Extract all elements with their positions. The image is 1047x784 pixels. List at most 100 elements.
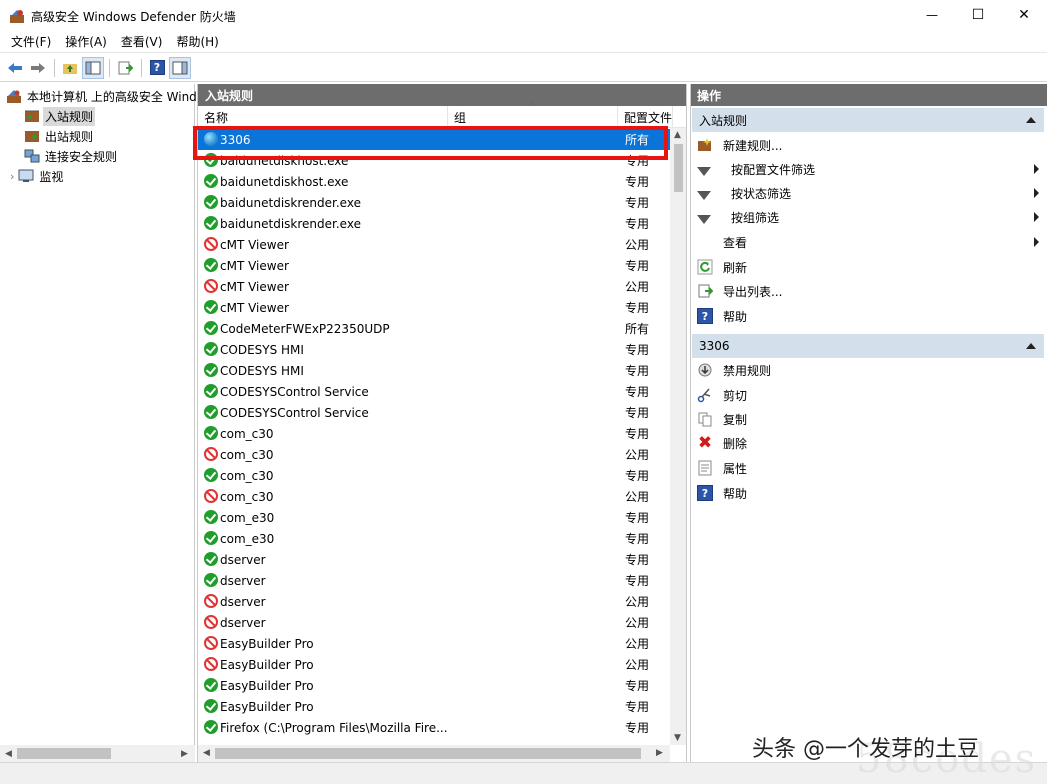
- table-row[interactable]: cMT Viewer 公用: [198, 276, 670, 297]
- help-button[interactable]: ?: [146, 57, 168, 79]
- actions-section-inbound-rules[interactable]: 入站规则: [692, 108, 1044, 132]
- chevron-right-icon[interactable]: ›: [10, 170, 14, 183]
- minimize-button[interactable]: —: [909, 0, 955, 30]
- scrollbar-thumb[interactable]: [674, 144, 683, 192]
- rule-name: CODESYSControl Service: [220, 405, 369, 420]
- action-filter-by-state[interactable]: 按状态筛选: [697, 181, 1041, 205]
- rule-profile: 专用: [625, 469, 650, 483]
- table-row[interactable]: cMT Viewer 专用: [198, 255, 670, 276]
- table-row[interactable]: dserver 专用: [198, 549, 670, 570]
- action-refresh[interactable]: 刷新: [697, 255, 1041, 279]
- menu-view[interactable]: 查看(V): [114, 32, 170, 52]
- export-button[interactable]: [114, 57, 136, 79]
- action-filter-by-group[interactable]: 按组筛选: [697, 205, 1041, 229]
- menu-file[interactable]: 文件(F): [4, 32, 58, 52]
- table-row[interactable]: CodeMeterFWExP22350UDP 所有: [198, 318, 670, 339]
- forward-button[interactable]: [27, 57, 49, 79]
- tree-item-label: 入站规则: [43, 106, 96, 126]
- column-header-profile[interactable]: 配置文件: [618, 106, 673, 128]
- table-row[interactable]: EasyBuilder Pro 专用: [198, 675, 670, 696]
- action-properties[interactable]: 属性: [697, 456, 1041, 480]
- rule-name: dserver: [220, 594, 266, 609]
- new-rule-icon: [697, 137, 713, 153]
- tree-horizontal-scrollbar[interactable]: ◀ ▶: [0, 745, 195, 762]
- scroll-right-icon[interactable]: ▶: [656, 748, 663, 758]
- action-copy[interactable]: 复制: [697, 407, 1041, 431]
- table-row[interactable]: CODESYSControl Service 专用: [198, 381, 670, 402]
- action-label: 删除: [723, 436, 748, 451]
- table-row[interactable]: cMT Viewer 专用: [198, 297, 670, 318]
- menu-action[interactable]: 操作(A): [58, 32, 114, 52]
- scroll-down-icon[interactable]: ▼: [674, 733, 681, 743]
- rule-profile: 公用: [625, 280, 650, 294]
- table-row[interactable]: baidunetdiskrender.exe 专用: [198, 192, 670, 213]
- action-label: 禁用规则: [723, 363, 772, 378]
- blocked-rule-icon: [204, 615, 218, 629]
- column-header-name[interactable]: 名称: [198, 106, 448, 128]
- table-row[interactable]: dserver 专用: [198, 570, 670, 591]
- action-export-list[interactable]: 导出列表...: [697, 279, 1041, 303]
- tree-item-connection-security-rules[interactable]: 连接安全规则: [24, 146, 119, 166]
- table-row[interactable]: baidunetdiskrender.exe 专用: [198, 213, 670, 234]
- tree-item-monitoring[interactable]: › 监视: [10, 166, 65, 186]
- table-row[interactable]: com_e30 专用: [198, 528, 670, 549]
- rule-profile: 专用: [625, 532, 650, 546]
- scroll-left-icon[interactable]: ◀: [203, 748, 210, 758]
- sort-ascending-icon: ^: [528, 102, 536, 112]
- rules-vertical-scrollbar[interactable]: ▲ ▼: [670, 128, 686, 745]
- table-row[interactable]: com_c30 专用: [198, 465, 670, 486]
- table-row[interactable]: CODESYSControl Service 专用: [198, 402, 670, 423]
- collapse-caret-icon[interactable]: [1026, 343, 1036, 349]
- action-label: 按配置文件筛选: [731, 162, 816, 177]
- rules-horizontal-scrollbar[interactable]: ◀ ▶: [198, 745, 670, 762]
- toolbar: ?: [0, 54, 1047, 82]
- menu-help[interactable]: 帮助(H): [169, 32, 225, 52]
- table-row[interactable]: dserver 公用: [198, 612, 670, 633]
- back-button[interactable]: [4, 57, 26, 79]
- help-icon: ?: [697, 308, 713, 324]
- table-row[interactable]: EasyBuilder Pro 公用: [198, 654, 670, 675]
- action-help-rule[interactable]: ? 帮助: [697, 481, 1041, 505]
- scrollbar-thumb[interactable]: [215, 748, 641, 759]
- rule-name: EasyBuilder Pro: [220, 657, 314, 672]
- table-row[interactable]: CODESYS HMI 专用: [198, 360, 670, 381]
- table-row[interactable]: baidunetdiskhost.exe 专用: [198, 171, 670, 192]
- export-icon: [118, 61, 133, 74]
- actions-section-selected-rule[interactable]: 3306: [692, 334, 1044, 358]
- show-console-tree-button[interactable]: [82, 56, 104, 79]
- action-filter-by-profile[interactable]: 按配置文件筛选: [697, 157, 1041, 181]
- table-row[interactable]: Firefox (C:\Program Files\Mozilla Fire..…: [198, 717, 670, 738]
- table-row[interactable]: CODESYS HMI 专用: [198, 339, 670, 360]
- rule-name: CODESYS HMI: [220, 363, 304, 378]
- table-row[interactable]: com_e30 专用: [198, 507, 670, 528]
- rule-name: com_e30: [220, 531, 275, 546]
- collapse-caret-icon[interactable]: [1026, 117, 1036, 123]
- action-disable-rule[interactable]: 禁用规则: [697, 358, 1041, 382]
- table-row[interactable]: dserver 公用: [198, 591, 670, 612]
- scroll-up-icon[interactable]: ▲: [674, 130, 681, 140]
- scroll-left-icon[interactable]: ◀: [5, 749, 12, 759]
- tree-item-outbound-rules[interactable]: 出站规则: [24, 126, 95, 146]
- rule-name: cMT Viewer: [220, 258, 289, 273]
- action-cut[interactable]: 剪切: [697, 383, 1041, 407]
- table-row[interactable]: com_c30 公用: [198, 444, 670, 465]
- action-help[interactable]: ? 帮助: [697, 304, 1041, 328]
- table-row[interactable]: EasyBuilder Pro 公用: [198, 633, 670, 654]
- tree-item-inbound-rules[interactable]: 入站规则: [24, 106, 96, 126]
- scroll-right-icon[interactable]: ▶: [181, 749, 188, 759]
- tree-root[interactable]: 本地计算机 上的高级安全 Windows: [6, 86, 222, 106]
- disable-icon: [697, 362, 713, 378]
- table-row[interactable]: com_c30 公用: [198, 486, 670, 507]
- action-new-rule[interactable]: 新建规则...: [697, 133, 1041, 157]
- table-row[interactable]: EasyBuilder Pro 专用: [198, 696, 670, 717]
- close-button[interactable]: ✕: [1001, 0, 1047, 30]
- show-action-pane-button[interactable]: [169, 56, 191, 79]
- table-row[interactable]: cMT Viewer 公用: [198, 234, 670, 255]
- maximize-button[interactable]: ☐: [955, 0, 1001, 30]
- scrollbar-thumb[interactable]: [17, 748, 111, 759]
- up-folder-button[interactable]: [59, 57, 81, 79]
- action-delete[interactable]: ✖ 删除: [697, 431, 1041, 455]
- rule-profile: 专用: [625, 301, 650, 315]
- table-row[interactable]: com_c30 专用: [198, 423, 670, 444]
- action-view[interactable]: 查看: [697, 230, 1041, 254]
